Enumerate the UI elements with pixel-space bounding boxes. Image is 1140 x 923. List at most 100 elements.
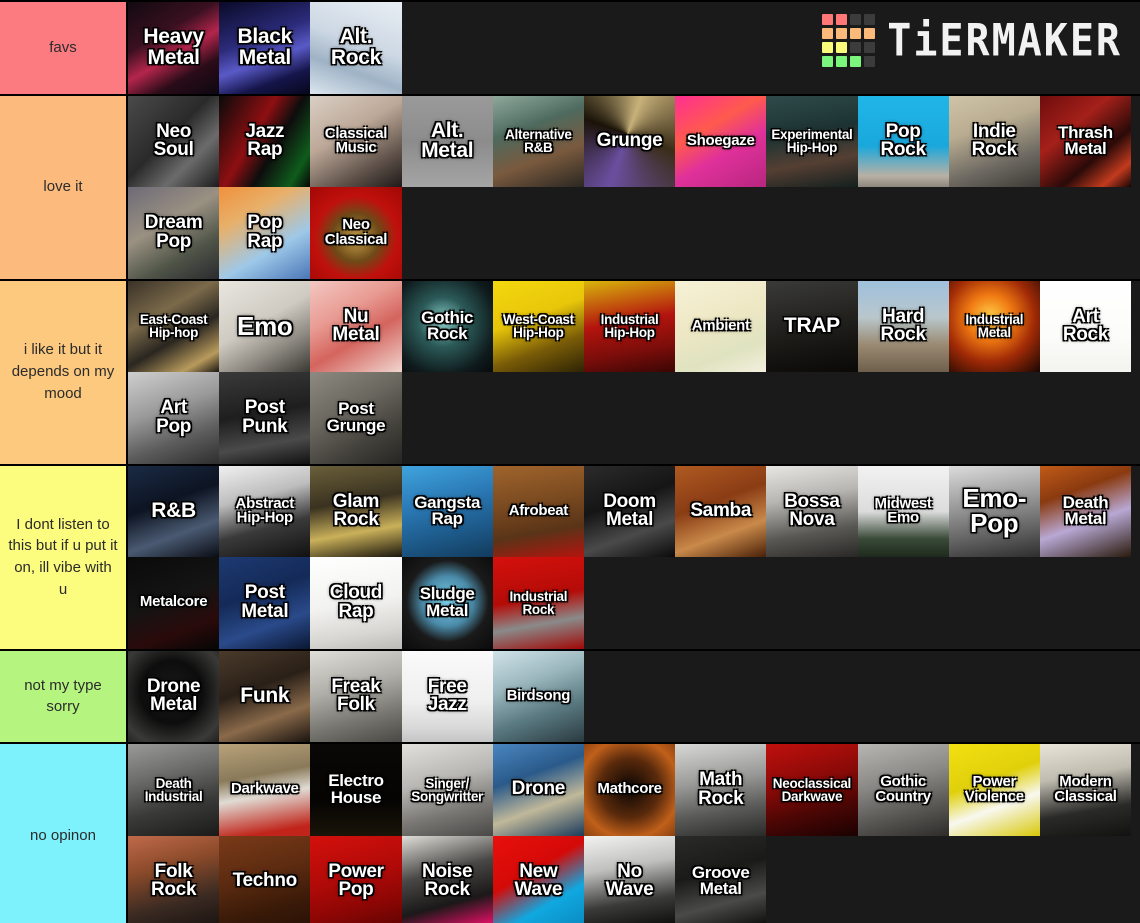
tier-item[interactable]: West-Coast Hip-Hop	[492, 280, 584, 372]
tier-item[interactable]: Bossa Nova	[766, 465, 858, 557]
tier-item-label: Neo Classical	[310, 217, 401, 247]
tier-item[interactable]: Drone	[492, 744, 584, 836]
tier-item[interactable]: Gothic Country	[857, 744, 949, 836]
tier-item[interactable]: Techno	[219, 835, 311, 923]
tier-item[interactable]: Funk	[219, 650, 311, 742]
tier-item[interactable]: Shoegaze	[675, 95, 767, 187]
tier-item[interactable]: Afrobeat	[492, 465, 584, 557]
tier-item[interactable]: Alt. Rock	[310, 2, 402, 94]
tier-item[interactable]: Thrash Metal	[1039, 95, 1132, 187]
tier-label[interactable]: favs	[0, 2, 128, 94]
tier-item[interactable]: Singer/Songwritter	[401, 744, 493, 836]
tier-items[interactable]: Death Industrial Darkwave Electro House Singe…	[128, 744, 1140, 923]
tier-item[interactable]: Hard Rock	[857, 280, 949, 372]
tier-item[interactable]: Modern Classical	[1039, 744, 1132, 836]
tier-item[interactable]: Neo Soul	[128, 95, 220, 187]
tier-label[interactable]: love it	[0, 95, 128, 279]
tier-item[interactable]: Black Metal	[219, 2, 311, 94]
tier-item[interactable]: Jazz Rap	[219, 95, 311, 187]
tier-item[interactable]: Power Pop	[310, 835, 402, 923]
tier-item[interactable]: Post Metal	[219, 557, 311, 649]
tier-item[interactable]: East-Coast Hip-hop	[128, 280, 220, 372]
logo-cell-10	[850, 42, 862, 53]
tier-label[interactable]: I dont listen to this but if u put it on…	[0, 465, 128, 649]
tier-item[interactable]: Neoclassical Darkwave	[766, 744, 858, 836]
tier-item-label: Emo- Pop	[949, 485, 1040, 539]
tier-item-label-line: Pop	[247, 212, 283, 234]
tier-item-label-line: Metal	[421, 139, 474, 163]
tier-item[interactable]: Industrial Metal	[948, 280, 1040, 372]
tier-item[interactable]: Cloud Rap	[310, 557, 402, 649]
tier-item[interactable]: Drone Metal	[128, 650, 220, 742]
tier-item[interactable]: Birdsong	[492, 650, 584, 742]
tier-item[interactable]: Doom Metal	[583, 465, 676, 557]
tier-item[interactable]: Dream Pop	[128, 187, 220, 279]
tier-item[interactable]: Emo	[219, 280, 311, 372]
tier-item-label-line: Soul	[153, 139, 194, 161]
tier-items[interactable]: East-Coast Hip-hop Emo Nu Metal Gothic Rock Wes…	[128, 280, 1140, 464]
tier-item[interactable]: Heavy Metal	[128, 2, 220, 94]
tier-item[interactable]: No Wave	[583, 835, 676, 923]
tier-item[interactable]: Neo Classical	[310, 187, 402, 279]
tier-item[interactable]: Industrial Hip-Hop	[583, 280, 676, 372]
tier-item[interactable]: Death Metal	[1039, 465, 1132, 557]
tier-item[interactable]: Nu Metal	[310, 280, 402, 372]
tier-item[interactable]: Ambient	[675, 280, 767, 372]
tier-item[interactable]: R&B	[128, 465, 220, 557]
tier-item[interactable]: Alt. Metal	[401, 95, 493, 187]
tier-item[interactable]: Classical Music	[310, 95, 402, 187]
tier-item[interactable]: Post Grunge	[310, 372, 402, 464]
tier-item-label-line: Singer/	[425, 775, 469, 791]
tier-label[interactable]: not my type sorry	[0, 650, 128, 742]
logo-cell-11	[864, 42, 876, 53]
tier-items[interactable]: Neo Soul Jazz Rap Classical Music Alt. Metal Alt…	[128, 95, 1140, 279]
tier-item[interactable]: Abstract Hip-Hop	[219, 465, 311, 557]
tier-item[interactable]: Emo- Pop	[948, 465, 1040, 557]
tier-item[interactable]: Freak Folk	[310, 650, 402, 742]
tier-items[interactable]: Drone Metal Funk Freak Folk Free Jazz Birdsong	[128, 650, 1140, 742]
tier-item[interactable]: Glam Rock	[310, 465, 402, 557]
tier-item[interactable]: Samba	[675, 465, 767, 557]
tier-item[interactable]: Gangsta Rap	[401, 465, 493, 557]
tier-item[interactable]: Math Rock	[675, 744, 767, 836]
tier-item[interactable]: Power Violence	[948, 744, 1040, 836]
tier-item-label: Emo	[219, 312, 310, 339]
tier-item-label-line: Post	[244, 582, 285, 604]
tier-item-label: Thrash Metal	[1040, 124, 1131, 158]
tier-item[interactable]: Grunge	[583, 95, 676, 187]
tier-item[interactable]: Art Pop	[128, 372, 220, 464]
tier-item[interactable]: Midwest Emo	[857, 465, 949, 557]
tier-item[interactable]: TRAP	[766, 280, 858, 372]
tier-item[interactable]: Experimental Hip-Hop	[766, 95, 858, 187]
tier-item-label-line: Rap	[338, 600, 374, 622]
tier-label[interactable]: no opinon	[0, 744, 128, 923]
tier-item-label-line: Violence	[964, 787, 1024, 805]
tier-item[interactable]: Pop Rock	[857, 95, 949, 187]
tier-item[interactable]: Darkwave	[219, 744, 311, 836]
tier-item[interactable]: Post Punk	[219, 372, 311, 464]
tier-item[interactable]: Alternative R&B	[492, 95, 584, 187]
tier-item[interactable]: Death Industrial	[128, 744, 220, 836]
tier-item-label: Pop Rap	[219, 212, 310, 251]
tier-item-label: Drone	[493, 780, 584, 799]
tier-item[interactable]: Indie Rock	[948, 95, 1040, 187]
tier-item-label-line: Emo	[887, 509, 919, 527]
tier-items[interactable]: R&B Abstract Hip-Hop Glam Rock Gangsta Rap Afro…	[128, 465, 1140, 649]
tier-item[interactable]: Pop Rap	[219, 187, 311, 279]
tier-label[interactable]: i like it but it depends on my mood	[0, 280, 128, 464]
tier-item[interactable]: Gothic Rock	[401, 280, 493, 372]
tier-item[interactable]: New Wave	[492, 835, 584, 923]
tier-item[interactable]: Industrial Rock	[492, 557, 584, 649]
tier-item[interactable]: Free Jazz	[401, 650, 493, 742]
tier-item-label-line: Darkwave	[781, 788, 843, 804]
tier-item[interactable]: Mathcore	[583, 744, 676, 836]
tier-item-label: Cloud Rap	[310, 583, 401, 622]
tier-item[interactable]: Sludge Metal	[401, 557, 493, 649]
tier-item[interactable]: Noise Rock	[401, 835, 493, 923]
tier-item[interactable]: Art Rock	[1039, 280, 1132, 372]
tier-item[interactable]: Electro House	[310, 744, 402, 836]
tier-item[interactable]: Folk Rock	[128, 835, 220, 923]
tier-item-label-line: Pop	[970, 508, 1019, 539]
tier-item[interactable]: Groove Metal	[675, 835, 767, 923]
tier-item[interactable]: Metalcore	[128, 557, 220, 649]
